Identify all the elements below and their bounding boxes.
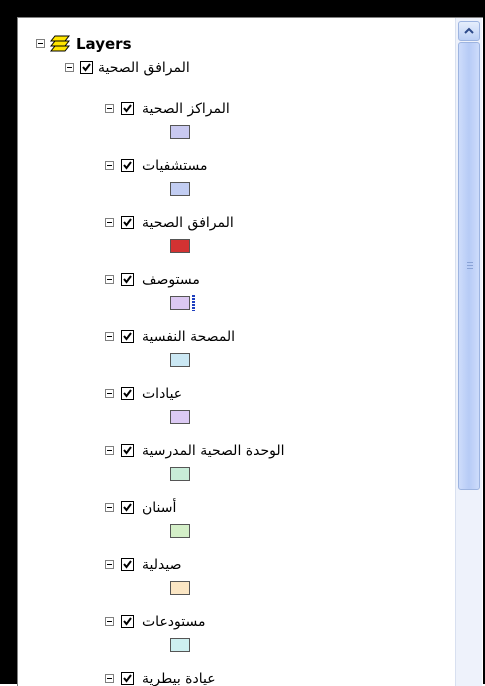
collapse-icon[interactable]: [105, 332, 114, 341]
layer-visibility-checkbox[interactable]: [121, 558, 134, 571]
scroll-up-button[interactable]: [458, 21, 480, 41]
layer-item[interactable]: المصحة النفسية: [18, 327, 448, 347]
layer-symbol-swatch[interactable]: [170, 239, 190, 253]
vertical-scrollbar[interactable]: [455, 18, 482, 686]
layer-label: المصحة النفسية: [142, 329, 236, 345]
collapse-icon[interactable]: [105, 161, 114, 170]
layer-visibility-checkbox[interactable]: [121, 102, 134, 115]
group-label: المرافق الصحية: [98, 60, 190, 76]
collapse-icon[interactable]: [105, 674, 114, 683]
layer-visibility-checkbox[interactable]: [121, 444, 134, 457]
layer-item[interactable]: مستشفيات: [18, 156, 448, 176]
layer-label: المراكز الصحية: [142, 101, 230, 117]
collapse-icon[interactable]: [105, 503, 114, 512]
collapse-icon[interactable]: [105, 617, 114, 626]
tree-group-item[interactable]: المرافق الصحية: [18, 58, 448, 78]
layer-symbol-swatch[interactable]: [170, 581, 190, 595]
layers-icon: [49, 35, 71, 53]
layer-item[interactable]: عيادات: [18, 384, 448, 404]
layer-item[interactable]: أسنان: [18, 498, 448, 518]
layer-visibility-checkbox[interactable]: [121, 501, 134, 514]
collapse-icon[interactable]: [36, 39, 45, 48]
collapse-icon[interactable]: [65, 63, 74, 72]
table-of-contents-panel: Layers المرافق الصحية المراكز الصحية مستش…: [17, 17, 483, 686]
layer-symbol-swatch[interactable]: [170, 182, 190, 196]
layer-label: مستشفيات: [142, 158, 208, 174]
collapse-icon[interactable]: [105, 104, 114, 113]
layer-tree: Layers المرافق الصحية المراكز الصحية مستش…: [18, 18, 455, 686]
window-frame: Layers المرافق الصحية المراكز الصحية مستش…: [0, 0, 485, 686]
layer-visibility-checkbox[interactable]: [121, 330, 134, 343]
layer-label: المرافق الصحية: [142, 215, 234, 231]
collapse-icon[interactable]: [105, 446, 114, 455]
layer-symbol-swatch[interactable]: [170, 296, 190, 310]
layer-visibility-checkbox[interactable]: [121, 273, 134, 286]
layer-label: مستودعات: [142, 614, 206, 630]
layer-symbol-swatch[interactable]: [170, 353, 190, 367]
collapse-icon[interactable]: [105, 275, 114, 284]
layer-item[interactable]: مستوصف: [18, 270, 448, 290]
collapse-icon[interactable]: [105, 218, 114, 227]
chevron-up-icon: [464, 27, 474, 34]
layer-label: عيادة بيطرية: [142, 671, 216, 686]
tree-root-layers[interactable]: Layers: [18, 34, 448, 54]
layer-visibility-checkbox[interactable]: [121, 672, 134, 685]
layer-label: صيدلية: [142, 557, 182, 573]
layer-item[interactable]: عيادة بيطرية: [18, 669, 448, 686]
layer-item[interactable]: المرافق الصحية: [18, 213, 448, 233]
layer-visibility-checkbox[interactable]: [121, 615, 134, 628]
layer-symbol-swatch[interactable]: [170, 638, 190, 652]
layer-label: مستوصف: [142, 272, 200, 288]
root-label: Layers: [76, 35, 132, 53]
layer-visibility-checkbox[interactable]: [121, 387, 134, 400]
layer-label: أسنان: [142, 500, 177, 516]
layer-item[interactable]: مستودعات: [18, 612, 448, 632]
layer-symbol-swatch[interactable]: [170, 125, 190, 139]
layer-symbol-swatch[interactable]: [170, 467, 190, 481]
layer-label: الوحدة الصحية المدرسية: [142, 443, 285, 459]
group-visibility-checkbox[interactable]: [80, 61, 93, 74]
layer-label: عيادات: [142, 386, 183, 402]
layer-visibility-checkbox[interactable]: [121, 159, 134, 172]
layer-symbol-swatch[interactable]: [170, 410, 190, 424]
layer-visibility-checkbox[interactable]: [121, 216, 134, 229]
collapse-icon[interactable]: [105, 560, 114, 569]
layer-item[interactable]: صيدلية: [18, 555, 448, 575]
drag-insertion-marker: [192, 295, 195, 311]
layer-symbol-swatch[interactable]: [170, 524, 190, 538]
layer-item[interactable]: الوحدة الصحية المدرسية: [18, 441, 448, 461]
scroll-thumb[interactable]: [458, 42, 480, 490]
collapse-icon[interactable]: [105, 389, 114, 398]
layer-item[interactable]: المراكز الصحية: [18, 99, 448, 119]
